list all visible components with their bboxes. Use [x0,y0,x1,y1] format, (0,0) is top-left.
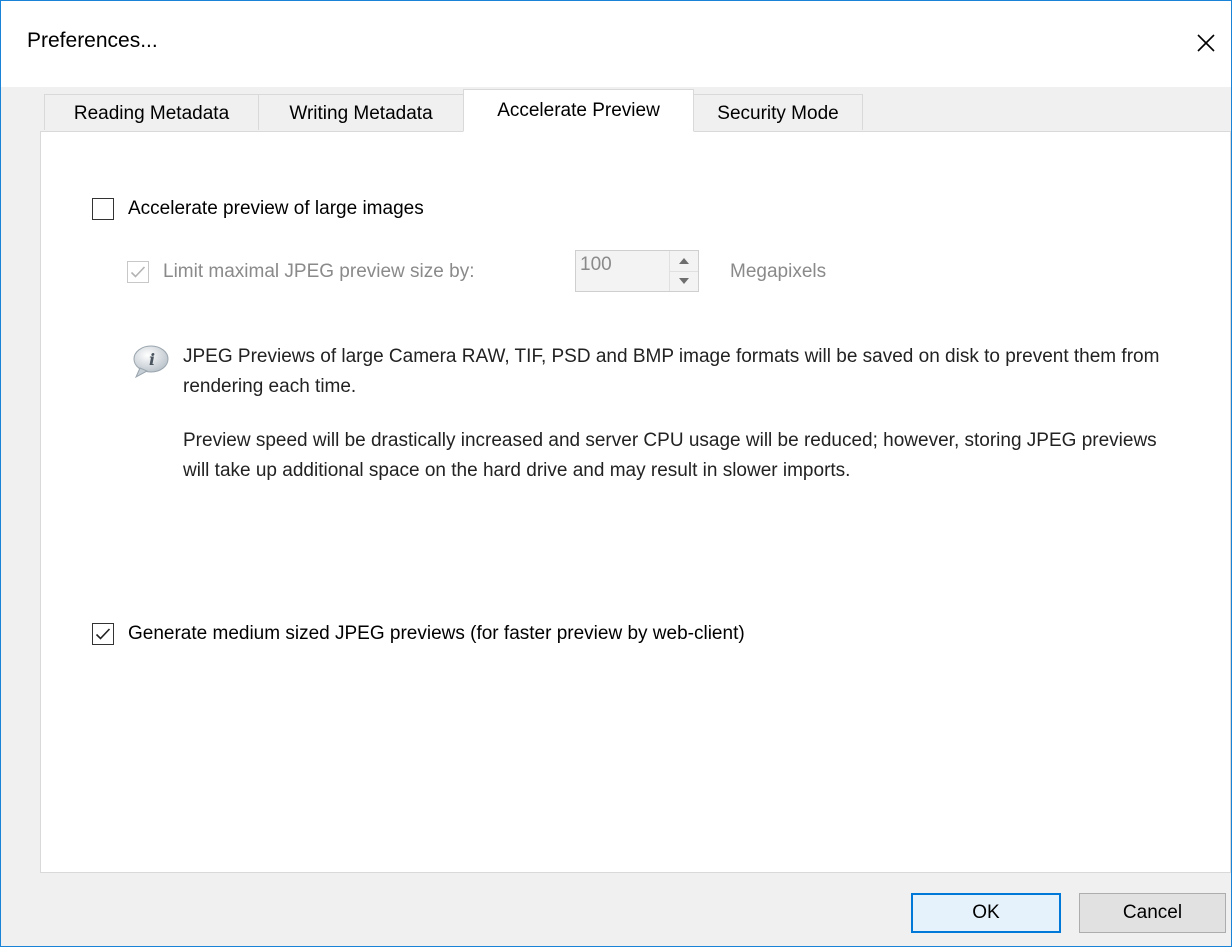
tab-security-mode[interactable]: Security Mode [693,94,863,130]
tab-label: Accelerate Preview [497,100,660,121]
tab-reading-metadata[interactable]: Reading Metadata [44,94,259,130]
accelerate-preview-checkbox[interactable] [92,198,114,220]
medium-preview-row[interactable]: Generate medium sized JPEG previews (for… [92,623,745,645]
arrow-up-icon [679,257,689,264]
tab-label: Writing Metadata [289,103,433,124]
tab-label: Security Mode [717,103,839,124]
title-bar: Preferences... [1,1,1231,87]
tab-panel-accelerate-preview: Accelerate preview of large images Limit… [40,131,1231,873]
ok-button[interactable]: OK [911,893,1061,933]
limit-size-label: Limit maximal JPEG preview size by: [163,261,475,282]
accelerate-option-row[interactable]: Accelerate preview of large images [92,198,424,220]
limit-unit-label: Megapixels [730,261,827,282]
arrow-down-icon [679,278,689,285]
accelerate-preview-label: Accelerate preview of large images [128,198,424,219]
limit-size-spinner: 100 [575,250,699,292]
info-paragraph: Preview speed will be drastically increa… [183,430,1157,481]
spinner-up-button [670,251,698,271]
tab-label: Reading Metadata [73,103,230,124]
limit-size-checkbox [127,261,149,283]
info-paragraph: JPEG Previews of large Camera RAW, TIF, … [183,346,1160,397]
cancel-button[interactable]: Cancel [1079,893,1226,933]
dialog-title: Preferences... [27,29,158,52]
svg-text:i: i [149,350,155,369]
tab-accelerate-preview[interactable]: Accelerate Preview [463,89,694,132]
spinner-down-button [670,270,698,292]
preferences-dialog: Preferences... Reading Metadata Writing … [0,0,1232,947]
info-description: JPEG Previews of large Camera RAW, TIF, … [183,342,1173,486]
checkmark-icon [130,266,146,278]
spinner-arrows [669,251,698,291]
info-bubble-icon: i [133,345,169,379]
medium-preview-checkbox[interactable] [92,623,114,645]
close-icon [1197,34,1215,52]
tab-writing-metadata[interactable]: Writing Metadata [258,94,464,130]
checkmark-icon [95,628,111,640]
medium-preview-label: Generate medium sized JPEG previews (for… [128,623,745,644]
limit-size-value: 100 [580,254,612,275]
close-button[interactable] [1181,15,1231,71]
limit-option-row: Limit maximal JPEG preview size by: [127,261,474,283]
